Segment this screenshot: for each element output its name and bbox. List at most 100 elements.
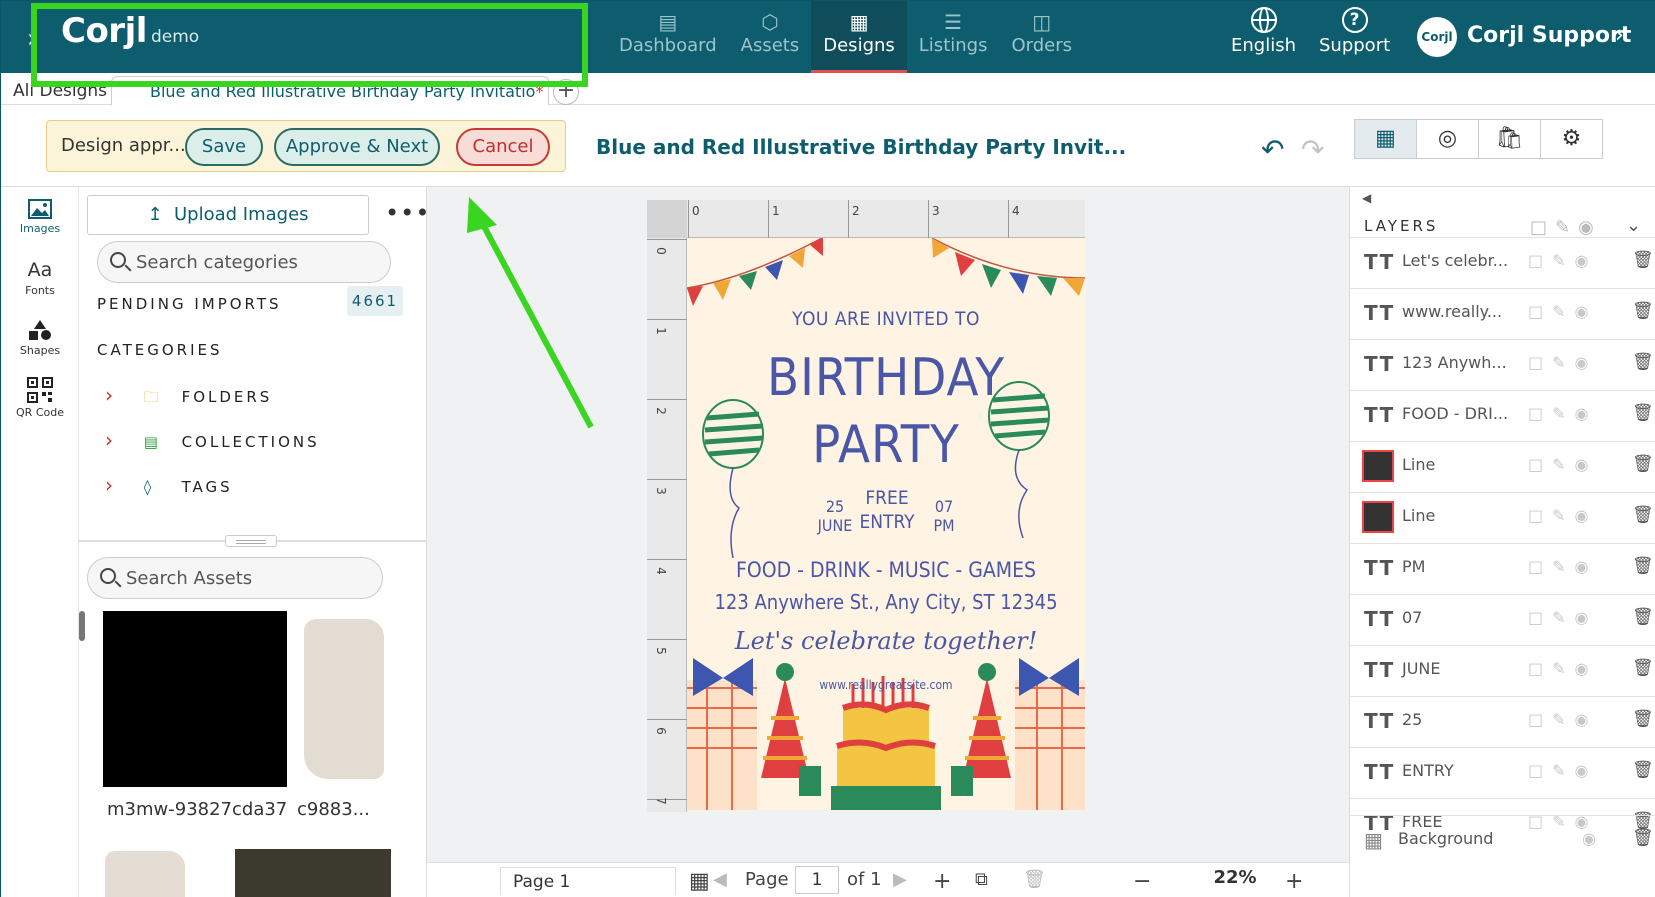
layer-actions[interactable]: □✎◉ [1528, 557, 1597, 576]
rail-qr-code[interactable]: QR Code [1, 377, 79, 419]
layer-actions[interactable]: □✎◉ [1528, 404, 1597, 423]
entry-text[interactable]: ENTRY [857, 510, 917, 534]
next-page-icon[interactable]: ▶ [893, 869, 907, 890]
page-tab[interactable]: Page 1 [500, 867, 676, 895]
trash-icon[interactable]: 🗑 [1632, 301, 1654, 321]
layer-visibility-icon[interactable]: ◉ [1582, 829, 1605, 848]
website-text[interactable]: www.reallygreatsite.com [687, 678, 1085, 692]
pending-imports-heading[interactable]: PENDING IMPORTS [97, 295, 282, 313]
asset-thumbnail[interactable] [235, 849, 391, 897]
language-selector[interactable]: English [1231, 7, 1296, 56]
rail-shapes[interactable]: Shapes [1, 319, 79, 357]
trash-icon[interactable]: 🗑 [1632, 403, 1654, 423]
upload-images-button[interactable]: ↥ Upload Images [87, 195, 369, 235]
design-title[interactable]: Blue and Red Illustrative Birthday Party… [596, 135, 1126, 159]
trash-icon[interactable]: 🗑 [1632, 828, 1654, 848]
trash-icon[interactable]: 🗑 [1632, 760, 1654, 780]
hour-text[interactable]: 07 [919, 497, 969, 516]
page-grid-icon[interactable]: ▦ [689, 869, 710, 894]
zoom-level[interactable]: 22% [1189, 867, 1281, 895]
layer-row[interactable]: T T 123 Anywh... □✎◉ 🗑 [1350, 339, 1655, 387]
party-text[interactable]: PARTY [687, 415, 1085, 475]
avatar[interactable]: Corjl [1417, 17, 1457, 57]
celebrate-script-text[interactable]: Let's celebrate together! [687, 627, 1085, 655]
day-text[interactable]: 25 [805, 497, 865, 516]
layer-row[interactable]: T T PM □✎◉ 🗑 [1350, 543, 1655, 591]
layer-actions[interactable]: □✎◉ [1528, 761, 1597, 780]
zoom-out-icon[interactable]: − [1133, 869, 1151, 894]
nav-orders[interactable]: ◫ Orders [999, 1, 1084, 73]
chevron-down-icon[interactable]: ⌄ [1626, 215, 1641, 236]
category-collections[interactable]: › ▤ COLLECTIONS [105, 428, 320, 452]
trash-icon[interactable]: 🗑 [1632, 607, 1654, 627]
add-page-icon[interactable]: + [933, 869, 951, 894]
asset-thumbnail[interactable] [105, 851, 185, 897]
settings-button[interactable]: ⚙ [1540, 119, 1603, 159]
layer-actions[interactable]: □✎◉ [1528, 302, 1597, 321]
layer-row[interactable]: T T 07 □✎◉ 🗑 [1350, 594, 1655, 642]
layer-actions[interactable]: □✎◉ [1528, 659, 1597, 678]
redo-icon[interactable]: ↷ [1301, 133, 1324, 166]
category-tags[interactable]: › ◊ TAGS [105, 473, 233, 497]
search-categories-input[interactable]: Search categories [97, 241, 391, 283]
layer-actions[interactable]: □✎◉ [1528, 608, 1597, 627]
save-button[interactable]: Save [185, 128, 263, 166]
cancel-button[interactable]: Cancel [456, 128, 550, 166]
layer-actions[interactable]: □✎◉ [1528, 353, 1597, 372]
date-block[interactable]: 25 JUNE [805, 497, 865, 535]
address-text[interactable]: 123 Anywhere St., Any City, ST 12345 [687, 590, 1085, 614]
trash-icon[interactable]: 🗑 [1632, 556, 1654, 576]
support-link[interactable]: ? Support [1319, 7, 1390, 56]
scrollbar-thumb[interactable] [79, 611, 85, 641]
design-view-button[interactable]: ▦ [1354, 119, 1417, 159]
trash-icon[interactable]: 🗑 [1632, 352, 1654, 372]
prev-page-icon[interactable]: ◀ [713, 869, 727, 890]
asset-thumbnail[interactable] [103, 611, 287, 787]
asset-thumbnail[interactable] [304, 619, 384, 779]
trash-icon[interactable]: 🗑 [1632, 250, 1654, 270]
collapse-panel-icon[interactable]: ◀ [1362, 191, 1371, 205]
free-text[interactable]: FREE [857, 486, 917, 510]
delete-page-icon[interactable]: 🗑 [1023, 869, 1046, 890]
undo-icon[interactable]: ↶ [1261, 133, 1284, 166]
layer-row[interactable]: Line □✎◉ 🗑 [1350, 492, 1655, 540]
rail-images[interactable]: Images [1, 199, 79, 235]
month-text[interactable]: JUNE [805, 516, 865, 535]
layer-row[interactable]: T T www.really... □✎◉ 🗑 [1350, 288, 1655, 336]
layer-header-actions[interactable]: □✎◉ [1530, 217, 1602, 238]
user-menu-chevron-icon[interactable]: › [1615, 23, 1624, 48]
layer-actions[interactable]: □✎◉ [1528, 710, 1597, 729]
time-block[interactable]: 07 PM [919, 497, 969, 535]
user-menu[interactable]: Corjl Support [1467, 23, 1631, 48]
invitation-card[interactable]: YOU ARE INVITED TO BIRTHDAY PARTY 25 JUN… [687, 238, 1085, 810]
layer-row[interactable]: T T Let's celebr... □✎◉ 🗑 [1350, 237, 1655, 285]
birthday-text[interactable]: BIRTHDAY [687, 348, 1085, 408]
trash-icon[interactable]: 🗑 [1632, 505, 1654, 525]
nav-assets[interactable]: ⬡ Assets [729, 1, 812, 73]
layer-actions[interactable]: □✎◉ [1528, 455, 1597, 474]
layer-row[interactable]: Line □✎◉ 🗑 [1350, 441, 1655, 489]
search-assets-input[interactable]: Search Assets [87, 557, 383, 599]
category-folders[interactable]: › 🗀 FOLDERS [105, 383, 272, 412]
duplicate-page-icon[interactable]: ⧉ [975, 869, 988, 890]
ampm-text[interactable]: PM [919, 516, 969, 535]
layer-row[interactable]: T T FOOD - DRI... □✎◉ 🗑 [1350, 390, 1655, 438]
more-options-icon[interactable]: ••• [385, 199, 430, 227]
trash-icon[interactable]: 🗑 [1632, 454, 1654, 474]
trash-icon[interactable]: 🗑 [1632, 658, 1654, 678]
nav-dashboard[interactable]: ▤ Dashboard [607, 1, 729, 73]
activities-text[interactable]: FOOD - DRINK - MUSIC - GAMES [687, 558, 1085, 582]
layer-row-background[interactable]: ▦ Background ◉ 🗑 [1350, 815, 1655, 855]
page-number-input[interactable]: 1 [795, 866, 839, 894]
trash-icon[interactable]: 🗑 [1632, 709, 1654, 729]
zoom-in-icon[interactable]: + [1285, 869, 1303, 894]
invited-text[interactable]: YOU ARE INVITED TO [687, 308, 1085, 330]
entry-block[interactable]: FREE ENTRY [857, 486, 917, 534]
preview-button[interactable]: ◎ [1416, 119, 1479, 159]
layer-row[interactable]: T T ENTRY □✎◉ 🗑 [1350, 747, 1655, 795]
rail-fonts[interactable]: Aa Fonts [1, 259, 79, 297]
layer-actions[interactable]: □✎◉ [1528, 506, 1597, 525]
asset-scrollbar[interactable] [79, 601, 87, 897]
layer-actions[interactable]: □✎◉ [1528, 251, 1597, 270]
nav-listings[interactable]: ☰ Listings [907, 1, 1000, 73]
